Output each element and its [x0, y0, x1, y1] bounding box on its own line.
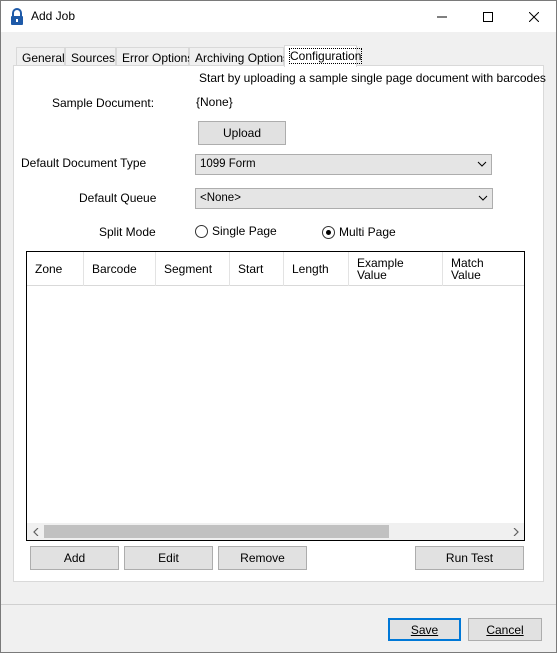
- tab-error-options[interactable]: Error Options: [116, 47, 193, 66]
- scrollbar-thumb[interactable]: [44, 525, 389, 538]
- tab-general-label: General: [22, 51, 65, 65]
- single-page-radio[interactable]: Single Page: [195, 224, 277, 238]
- save-button[interactable]: Save: [388, 618, 461, 641]
- close-button[interactable]: [511, 1, 557, 32]
- multi-page-radio[interactable]: Multi Page: [322, 225, 396, 239]
- scroll-right-button[interactable]: [507, 523, 524, 540]
- add-button[interactable]: Add: [30, 546, 119, 570]
- maximize-button[interactable]: [465, 1, 511, 32]
- radio-circle-checked: [322, 225, 335, 239]
- title-bar: Add Job: [1, 1, 556, 32]
- barcode-zone-grid[interactable]: Zone Barcode Segment Start Length Exampl…: [26, 251, 525, 541]
- column-header-start[interactable]: Start: [230, 252, 284, 286]
- default-queue-label: Default Queue: [79, 191, 157, 205]
- split-mode-label: Split Mode: [99, 225, 156, 239]
- sample-document-label: Sample Document:: [52, 96, 155, 110]
- upload-button[interactable]: Upload: [198, 121, 286, 145]
- close-icon: [529, 11, 539, 22]
- grid-header: Zone Barcode Segment Start Length Exampl…: [27, 252, 524, 286]
- default-queue-select[interactable]: <None>: [195, 188, 493, 209]
- tab-sources-label: Sources: [71, 51, 116, 65]
- default-document-type-select[interactable]: 1099 Form: [195, 154, 492, 175]
- upload-hint-text: Start by uploading a sample single page …: [199, 71, 546, 85]
- tab-archiving-options[interactable]: Archiving Options: [189, 47, 289, 66]
- remove-button[interactable]: Remove: [218, 546, 307, 570]
- cancel-button-label: Cancel: [486, 622, 524, 637]
- tab-configuration[interactable]: Configuration: [284, 45, 363, 67]
- column-header-barcode[interactable]: Barcode: [84, 252, 156, 286]
- multi-page-label: Multi Page: [339, 225, 396, 239]
- maximize-icon: [483, 11, 493, 22]
- tab-archiving-options-label: Archiving Options: [195, 51, 290, 65]
- minimize-button[interactable]: [419, 1, 465, 32]
- chevron-left-icon: [32, 527, 38, 536]
- default-queue-value: <None>: [200, 192, 241, 204]
- save-button-label: Save: [410, 622, 439, 637]
- tab-general[interactable]: General: [16, 47, 65, 66]
- run-test-button[interactable]: Run Test: [415, 546, 524, 570]
- column-header-segment[interactable]: Segment: [156, 252, 230, 286]
- padlock-app-icon: [11, 8, 23, 25]
- column-header-example-value[interactable]: Example Value: [349, 252, 443, 286]
- tab-error-options-label: Error Options: [122, 51, 194, 65]
- footer-divider: [1, 604, 556, 605]
- sample-document-value: {None}: [196, 95, 233, 109]
- horizontal-scrollbar[interactable]: [27, 523, 524, 540]
- edit-button[interactable]: Edit: [124, 546, 213, 570]
- radio-circle: [195, 224, 208, 238]
- default-document-type-label: Default Document Type: [21, 156, 147, 170]
- scroll-left-button[interactable]: [27, 523, 44, 540]
- column-header-match-value[interactable]: Match Value: [443, 252, 524, 286]
- window-title: Add Job: [31, 9, 76, 23]
- single-page-label: Single Page: [212, 224, 277, 238]
- tab-sources[interactable]: Sources: [65, 47, 116, 66]
- chevron-down-icon: [478, 195, 488, 201]
- column-header-zone[interactable]: Zone: [27, 252, 84, 286]
- chevron-right-icon: [513, 527, 519, 536]
- add-job-window: Add Job General Sources Error Options Ar…: [0, 0, 557, 653]
- default-document-type-value: 1099 Form: [200, 158, 256, 170]
- chevron-down-icon: [477, 161, 487, 167]
- cancel-button[interactable]: Cancel: [468, 618, 542, 641]
- minimize-icon: [437, 16, 447, 17]
- tab-configuration-label: Configuration: [288, 48, 363, 64]
- column-header-length[interactable]: Length: [284, 252, 349, 286]
